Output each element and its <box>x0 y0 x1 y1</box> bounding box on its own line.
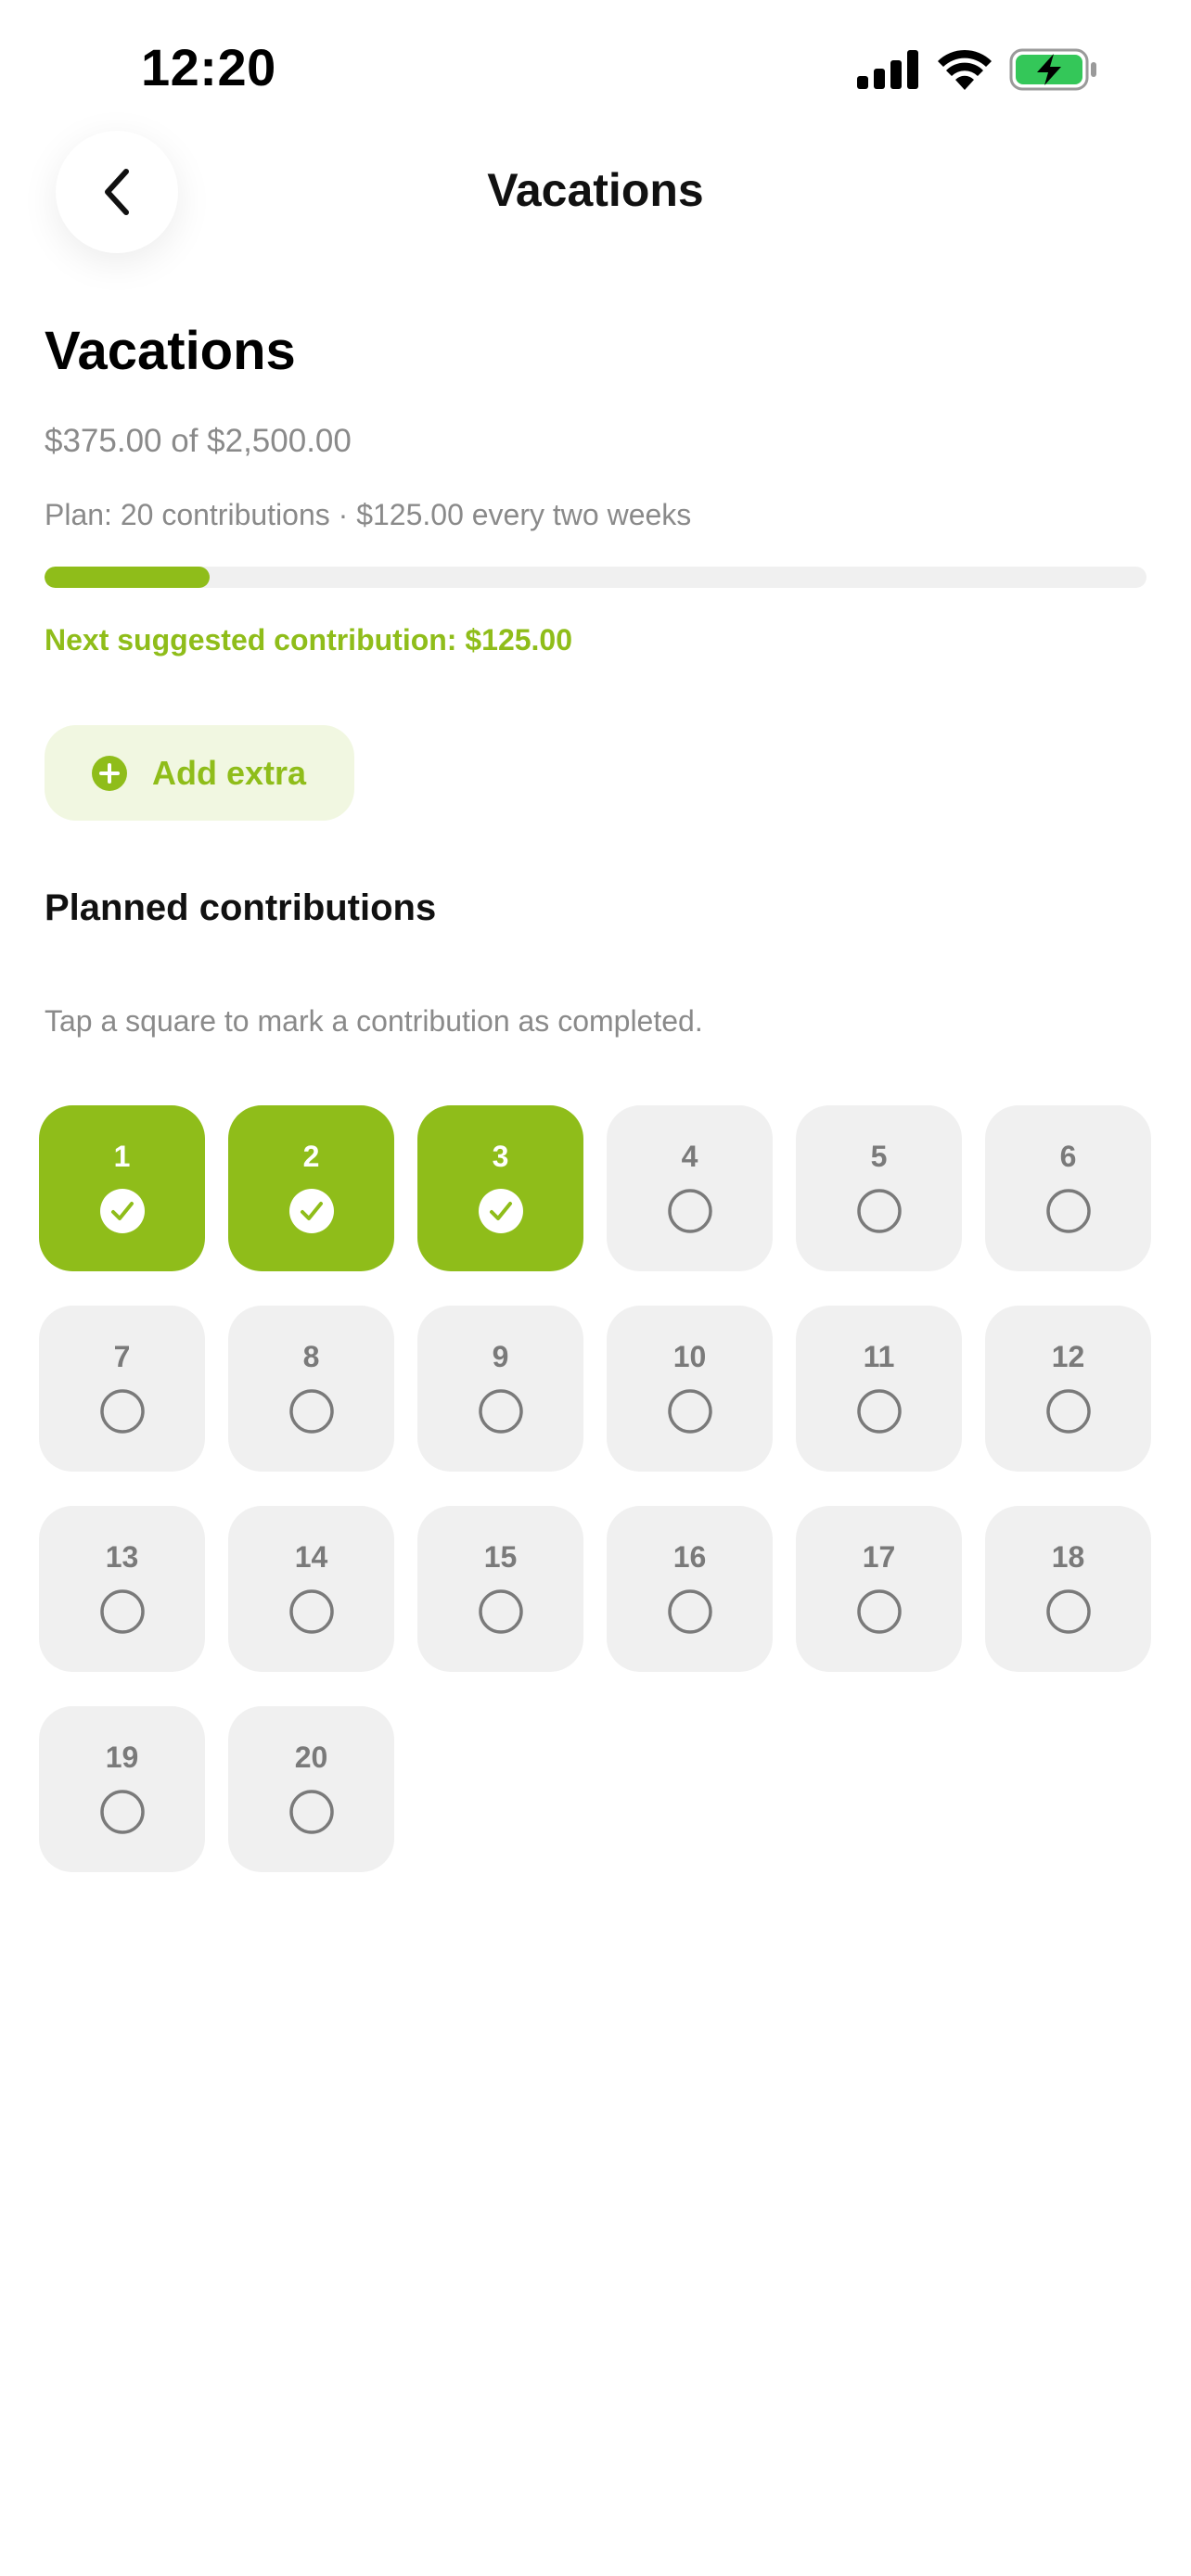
section-title: Planned contributions <box>45 887 437 928</box>
contribution-tile[interactable]: 2 <box>228 1105 394 1271</box>
contribution-tile[interactable]: 12 <box>985 1306 1151 1472</box>
empty-circle-icon <box>288 1790 334 1834</box>
contribution-number: 11 <box>863 1340 895 1373</box>
contribution-tile[interactable]: 5 <box>796 1105 962 1271</box>
contribution-tile[interactable]: 3 <box>417 1105 583 1271</box>
status-time: 12:20 <box>141 38 276 96</box>
contribution-number: 10 <box>672 1340 707 1373</box>
empty-circle-icon <box>478 1589 523 1634</box>
section-hint: Tap a square to mark a contribution as c… <box>45 1004 703 1038</box>
empty-circle-icon <box>1045 1589 1091 1634</box>
contribution-tile[interactable]: 10 <box>607 1306 773 1472</box>
contribution-number: 20 <box>294 1741 328 1774</box>
empty-circle-icon <box>288 1589 334 1634</box>
goal-plan: Plan: 20 contributions · $125.00 every t… <box>45 498 692 531</box>
contribution-number: 5 <box>870 1140 888 1173</box>
empty-circle-icon <box>1045 1189 1091 1233</box>
empty-circle-icon <box>856 1189 902 1233</box>
check-circle-icon <box>99 1189 145 1233</box>
contribution-number: 12 <box>1051 1340 1085 1373</box>
empty-circle-icon <box>99 1389 145 1434</box>
contribution-tile[interactable]: 16 <box>607 1506 773 1672</box>
contribution-tile[interactable]: 20 <box>228 1706 394 1872</box>
contribution-tile[interactable]: 9 <box>417 1306 583 1472</box>
empty-circle-icon <box>99 1790 145 1834</box>
check-circle-icon <box>288 1189 334 1233</box>
goal-amount: $375.00 of $2,500.00 <box>45 423 352 459</box>
contribution-tile[interactable]: 1 <box>39 1105 205 1271</box>
empty-circle-icon <box>99 1589 145 1634</box>
contribution-tile[interactable]: 15 <box>417 1506 583 1672</box>
contribution-number: 2 <box>302 1140 320 1173</box>
empty-circle-icon <box>288 1389 334 1434</box>
add-extra-label: Add extra <box>152 753 307 792</box>
contribution-tile[interactable]: 8 <box>228 1306 394 1472</box>
contributions-grid: 1 2 3 4 5 6 7 8 9 10 11 12 13 14 15 16 17 18 19 20 <box>39 1105 1152 1872</box>
contribution-number: 14 <box>294 1540 328 1574</box>
contribution-number: 9 <box>492 1340 509 1373</box>
contribution-number: 3 <box>492 1140 509 1173</box>
contribution-tile[interactable]: 11 <box>796 1306 962 1472</box>
contribution-number: 18 <box>1051 1540 1085 1574</box>
plus-circle-icon <box>92 755 127 791</box>
contribution-number: 16 <box>672 1540 707 1574</box>
goal-title: Vacations <box>45 321 296 381</box>
contribution-tile[interactable]: 19 <box>39 1706 205 1872</box>
signal-icon <box>857 50 918 89</box>
contribution-number: 4 <box>681 1140 698 1173</box>
contribution-tile[interactable]: 14 <box>228 1506 394 1672</box>
contribution-tile[interactable]: 4 <box>607 1105 773 1271</box>
progress-fill <box>45 567 211 588</box>
battery-charging-icon <box>1009 48 1096 91</box>
contribution-number: 13 <box>105 1540 139 1574</box>
contribution-number: 1 <box>113 1140 131 1173</box>
empty-circle-icon <box>667 1189 712 1233</box>
contribution-tile[interactable]: 17 <box>796 1506 962 1672</box>
suggested-contribution: Next suggested contribution: $125.00 <box>45 623 573 657</box>
contribution-number: 15 <box>483 1540 518 1574</box>
contribution-number: 6 <box>1059 1140 1077 1173</box>
contribution-tile[interactable]: 6 <box>985 1105 1151 1271</box>
contribution-tile[interactable]: 13 <box>39 1506 205 1672</box>
contribution-number: 19 <box>105 1741 139 1774</box>
empty-circle-icon <box>478 1389 523 1434</box>
wifi-icon <box>938 49 992 90</box>
add-extra-button[interactable]: Add extra <box>45 725 354 821</box>
status-bar: 12:20 <box>0 0 1191 139</box>
contribution-number: 7 <box>113 1340 131 1373</box>
contribution-tile[interactable]: 18 <box>985 1506 1151 1672</box>
empty-circle-icon <box>1045 1389 1091 1434</box>
nav-title: Vacations <box>487 164 704 216</box>
status-icons <box>857 48 1098 91</box>
check-circle-icon <box>478 1189 523 1233</box>
contribution-number: 8 <box>302 1340 320 1373</box>
progress-bar <box>45 567 1146 588</box>
empty-circle-icon <box>856 1589 902 1634</box>
contribution-number: 17 <box>862 1540 896 1574</box>
contribution-tile[interactable]: 7 <box>39 1306 205 1472</box>
empty-circle-icon <box>667 1589 712 1634</box>
empty-circle-icon <box>667 1389 712 1434</box>
empty-circle-icon <box>856 1389 902 1434</box>
